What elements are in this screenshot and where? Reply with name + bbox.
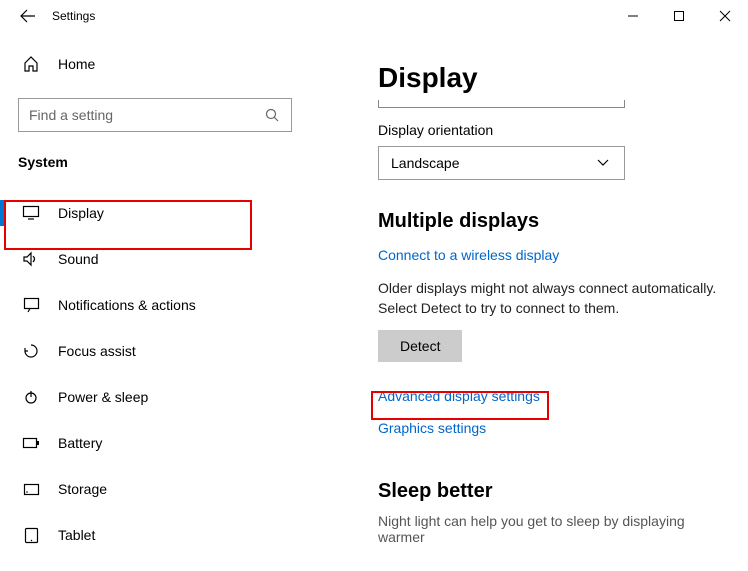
nav-label: Battery: [58, 435, 102, 451]
search-box[interactable]: [18, 98, 292, 132]
graphics-settings-link[interactable]: Graphics settings: [378, 420, 486, 436]
multiple-displays-heading: Multiple displays: [378, 210, 748, 233]
storage-icon: [22, 480, 40, 498]
focus-icon: [22, 342, 40, 360]
orientation-dropdown[interactable]: Landscape: [378, 146, 625, 180]
nav-item-display[interactable]: Display: [0, 190, 310, 236]
nav-item-battery[interactable]: Battery: [0, 420, 310, 466]
home-nav[interactable]: Home: [0, 44, 310, 84]
section-bracket: [378, 100, 625, 108]
home-label: Home: [58, 56, 95, 72]
window-controls: [610, 0, 748, 32]
chevron-down-icon: [594, 154, 612, 172]
nav-item-focus[interactable]: Focus assist: [0, 328, 310, 374]
older-displays-text: Older displays might not always connect …: [378, 279, 728, 318]
close-button[interactable]: [702, 0, 748, 32]
search-input[interactable]: [29, 107, 263, 123]
minimize-button[interactable]: [610, 0, 656, 32]
nav-label: Display: [58, 205, 104, 221]
back-button[interactable]: [12, 0, 44, 32]
section-label: System: [0, 154, 310, 170]
wireless-display-link[interactable]: Connect to a wireless display: [378, 247, 559, 263]
content-area: Display Display orientation Landscape Mu…: [310, 32, 748, 571]
maximize-button[interactable]: [656, 0, 702, 32]
nav-label: Storage: [58, 481, 107, 497]
tablet-icon: [22, 526, 40, 544]
monitor-icon: [22, 204, 40, 222]
nav-item-storage[interactable]: Storage: [0, 466, 310, 512]
page-title: Display: [378, 62, 748, 94]
nav-label: Power & sleep: [58, 389, 148, 405]
nav-item-tablet[interactable]: Tablet: [0, 512, 310, 558]
nav-label: Tablet: [58, 527, 95, 543]
window-title: Settings: [52, 9, 95, 23]
nav-item-sound[interactable]: Sound: [0, 236, 310, 282]
titlebar: Settings: [0, 0, 748, 32]
nav-label: Notifications & actions: [58, 297, 196, 313]
sidebar: Home System Display Sound Notifications …: [0, 32, 310, 571]
sleep-better-desc: Night light can help you get to sleep by…: [378, 513, 728, 545]
search-icon: [263, 106, 281, 124]
nav-item-notifications[interactable]: Notifications & actions: [0, 282, 310, 328]
detect-button[interactable]: Detect: [378, 330, 462, 362]
sleep-better-heading: Sleep better: [378, 480, 748, 503]
orientation-value: Landscape: [391, 155, 460, 171]
notifications-icon: [22, 296, 40, 314]
orientation-label: Display orientation: [378, 122, 748, 138]
advanced-display-link[interactable]: Advanced display settings: [378, 388, 540, 404]
power-icon: [22, 388, 40, 406]
nav-item-power[interactable]: Power & sleep: [0, 374, 310, 420]
battery-icon: [22, 434, 40, 452]
sound-icon: [22, 250, 40, 268]
nav-label: Sound: [58, 251, 98, 267]
nav-label: Focus assist: [58, 343, 136, 359]
home-icon: [22, 55, 40, 73]
